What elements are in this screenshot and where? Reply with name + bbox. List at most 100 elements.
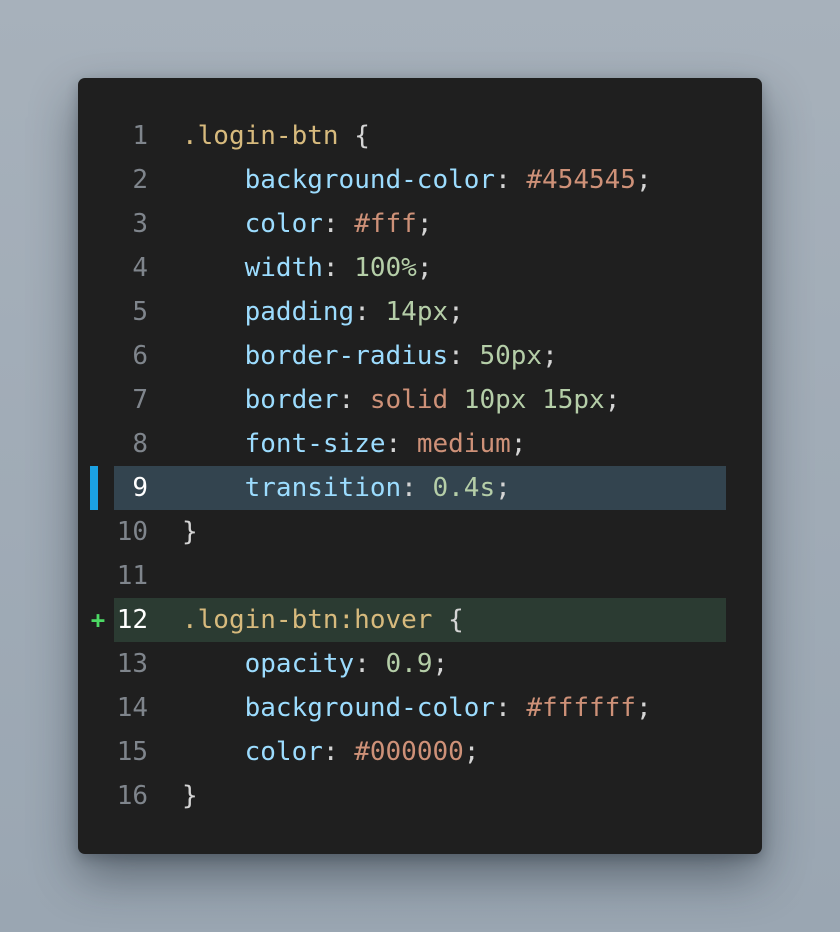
code-text: border: solid 10px 15px; xyxy=(182,378,621,422)
token-selector: .login-btn:hover xyxy=(182,605,433,635)
token-punct: ; xyxy=(635,165,652,195)
code-text: } xyxy=(182,510,198,554)
token-punct: ; xyxy=(542,341,558,371)
line-number: 8 xyxy=(132,429,148,459)
token-punct: ; xyxy=(416,253,433,283)
token-punct: : xyxy=(401,473,433,503)
line-number: 6 xyxy=(132,341,148,371)
token-punct: : xyxy=(338,385,370,415)
added-line-marker: + xyxy=(90,606,106,634)
token-punct: : xyxy=(322,253,355,283)
line-number: 4 xyxy=(132,253,148,283)
token-punct: : xyxy=(322,209,355,239)
token-punct: : xyxy=(495,165,527,195)
code-text: border-radius: 50px; xyxy=(182,334,558,378)
token-number: 14px xyxy=(385,297,449,327)
token-punct: ; xyxy=(416,209,433,239)
code-line[interactable]: 15 color: #000000; xyxy=(78,730,762,774)
code-text: color: #000000; xyxy=(182,730,480,774)
token-property: border-radius xyxy=(244,341,449,371)
token-number: 0.4s xyxy=(432,473,496,503)
token-string: #454545 xyxy=(526,165,636,195)
code-text: .login-btn { xyxy=(182,114,370,158)
code-line[interactable]: 6 border-radius: 50px; xyxy=(78,334,762,378)
token-property: font-size xyxy=(244,429,386,459)
line-number: 12 xyxy=(116,605,148,635)
code-text: color: #fff; xyxy=(182,202,433,246)
token-punct: } xyxy=(182,781,198,811)
token-number: 10px xyxy=(463,385,527,415)
token-punct xyxy=(448,385,464,415)
code-line[interactable]: 13 opacity: 0.9; xyxy=(78,642,762,686)
code-line[interactable]: 10} xyxy=(78,510,762,554)
token-property: transition xyxy=(244,473,402,503)
token-number: 100% xyxy=(354,253,417,283)
code-text: width: 100%; xyxy=(182,246,433,290)
token-punct: ; xyxy=(432,649,449,679)
code-editor-window: 1 .login-btn {2 background-color: #454545… xyxy=(78,78,762,854)
token-property: background-color xyxy=(244,693,496,723)
line-number: 1 xyxy=(132,121,148,151)
token-punct: : xyxy=(495,693,527,723)
code-text: .login-btn:hover { xyxy=(182,598,464,642)
code-line[interactable]: 3 color: #fff; xyxy=(78,202,762,246)
code-line[interactable]: 11 xyxy=(78,554,762,598)
token-property: opacity xyxy=(244,649,355,679)
token-selector: .login-btn xyxy=(182,121,339,151)
token-string: #fff xyxy=(354,209,417,239)
line-number: 10 xyxy=(116,517,148,547)
code-line[interactable]: 5 padding: 14px; xyxy=(78,290,762,334)
line-highlight xyxy=(114,510,726,554)
token-punct: } xyxy=(182,517,198,547)
active-line-indicator xyxy=(90,466,98,510)
token-punct: { xyxy=(338,121,370,151)
token-property: padding xyxy=(244,297,355,327)
line-highlight xyxy=(114,554,726,598)
code-text: opacity: 0.9; xyxy=(182,642,449,686)
code-line[interactable]: 4 width: 100%; xyxy=(78,246,762,290)
line-number: 2 xyxy=(132,165,148,195)
token-punct: : xyxy=(354,649,386,679)
line-number: 15 xyxy=(116,737,148,767)
token-property: color xyxy=(244,737,323,767)
code-line[interactable]: 7 border: solid 10px 15px; xyxy=(78,378,762,422)
token-property: width xyxy=(244,253,323,283)
token-property: background-color xyxy=(244,165,496,195)
token-number: 50px xyxy=(479,341,543,371)
code-line[interactable]: 1 .login-btn { xyxy=(78,114,762,158)
line-number: 7 xyxy=(132,385,148,415)
token-string: medium xyxy=(416,429,511,459)
code-text: background-color: #454545; xyxy=(182,158,652,202)
code-line[interactable]: 2 background-color: #454545; xyxy=(78,158,762,202)
token-punct: ; xyxy=(463,737,480,767)
code-text: transition: 0.4s; xyxy=(182,466,511,510)
code-line[interactable]: 14 background-color: #ffffff; xyxy=(78,686,762,730)
code-text: background-color: #ffffff; xyxy=(182,686,652,730)
line-number: 9 xyxy=(132,473,148,503)
code-line[interactable]: 8 font-size: medium; xyxy=(78,422,762,466)
token-punct: ; xyxy=(448,297,464,327)
token-punct: ; xyxy=(635,693,652,723)
token-number: 0.9 xyxy=(385,649,433,679)
token-punct: { xyxy=(432,605,464,635)
token-number: 15px xyxy=(542,385,605,415)
line-number: 13 xyxy=(116,649,148,679)
token-string: #000000 xyxy=(354,737,464,767)
code-line[interactable]: 16} xyxy=(78,774,762,818)
token-punct: ; xyxy=(495,473,511,503)
code-line[interactable]: 9 transition: 0.4s; xyxy=(78,466,762,510)
token-property: color xyxy=(244,209,323,239)
code-line[interactable]: +12 .login-btn:hover { xyxy=(78,598,762,642)
token-string: solid xyxy=(369,385,449,415)
